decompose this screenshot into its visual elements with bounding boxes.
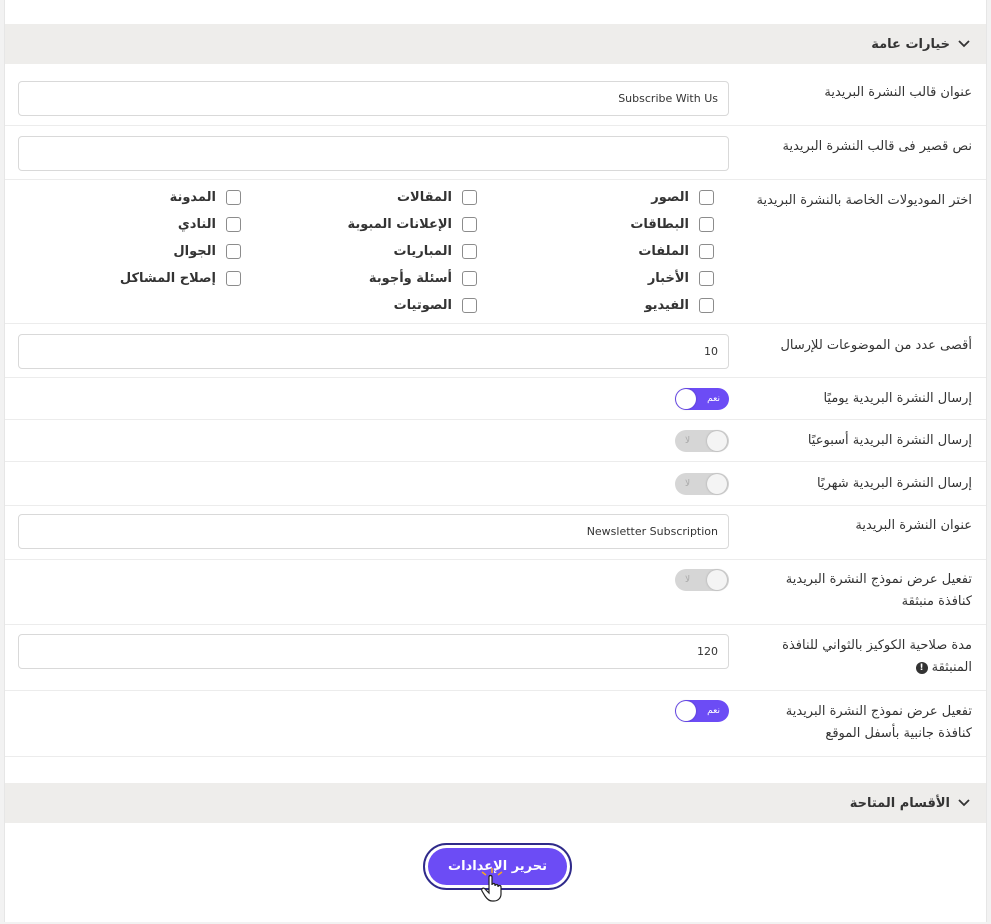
module-checkbox-articles[interactable]: المقالات	[397, 190, 477, 205]
short-text-row: نص قصير فى قالب النشرة البريدية	[5, 126, 986, 180]
popup-row: تفعيل عرض نموذج النشرة البريدية كنافذة م…	[5, 560, 986, 625]
toggle-knob	[707, 431, 727, 451]
checkbox-label: الإعلانات المبوبة	[347, 217, 452, 232]
module-checkbox-matches[interactable]: المباريات	[393, 244, 477, 259]
cookie-duration-input[interactable]	[18, 634, 729, 669]
checkbox[interactable]	[462, 298, 477, 313]
cookie-duration-row: مدة صلاحية الكوكيز بالثواني للنافذة المن…	[5, 625, 986, 691]
weekly-toggle[interactable]: لا	[675, 430, 729, 452]
module-checkbox-news[interactable]: الأخبار	[648, 271, 714, 286]
checkbox-label: الفيديو	[644, 298, 689, 313]
modules-row: اختر الموديولات الخاصة بالنشرة البريدية …	[5, 180, 986, 324]
checkbox[interactable]	[462, 244, 477, 259]
toggle-knob	[707, 570, 727, 590]
checkbox[interactable]	[699, 298, 714, 313]
monthly-toggle[interactable]: لا	[675, 473, 729, 495]
toggle-state-label: لا	[685, 479, 691, 489]
toggle-knob	[707, 474, 727, 494]
general-section-header[interactable]: خيارات عامة	[5, 24, 986, 64]
module-checkbox-images[interactable]: الصور	[651, 190, 714, 205]
module-checkbox-video[interactable]: الفيديو	[644, 298, 714, 313]
toggle-state-label: لا	[685, 575, 691, 585]
sidebar-form-row: تفعيل عرض نموذج النشرة البريدية كنافذة ج…	[5, 691, 986, 757]
chevron-down-icon	[956, 795, 972, 811]
chevron-down-icon	[956, 36, 972, 52]
daily-toggle[interactable]: نعم	[675, 388, 729, 410]
section-title: خيارات عامة	[871, 36, 950, 52]
checkbox[interactable]	[226, 190, 241, 205]
popup-toggle[interactable]: لا	[675, 569, 729, 591]
field-label: إرسال النشرة البريدية يوميًا	[823, 391, 972, 406]
field-label: تفعيل عرض نموذج النشرة البريدية كنافذة م…	[785, 572, 972, 609]
template-title-input[interactable]	[18, 81, 729, 116]
newsletter-title-input[interactable]	[18, 514, 729, 549]
checkbox[interactable]	[226, 271, 241, 286]
field-label: عنوان النشرة البريدية	[855, 518, 972, 533]
module-checkbox-files[interactable]: الملفات	[638, 244, 714, 259]
field-label: مدة صلاحية الكوكيز بالثواني للنافذة المن…	[752, 635, 972, 679]
max-topics-row: أقصى عدد من الموضوعات للإرسال	[5, 324, 986, 378]
hand-pointer-icon	[481, 868, 503, 902]
settings-panel: خيارات عامة عنوان قالب النشرة البريدية ن…	[4, 0, 987, 922]
sidebar-form-toggle[interactable]: نعم	[675, 700, 729, 722]
checkbox-label: إصلاح المشاكل	[119, 271, 216, 286]
section-title: الأقسام المتاحة	[849, 795, 950, 811]
module-checkbox-troubleshooting[interactable]: إصلاح المشاكل	[120, 271, 241, 286]
toggle-knob	[676, 701, 696, 721]
toggle-knob	[676, 389, 696, 409]
checkbox[interactable]	[226, 217, 241, 232]
checkbox[interactable]	[226, 244, 241, 259]
checkbox[interactable]	[699, 244, 714, 259]
checkbox-label: المباريات	[393, 244, 452, 259]
module-checkbox-cards[interactable]: البطاقات	[630, 217, 714, 232]
toggle-state-label: نعم	[707, 394, 720, 404]
daily-row: إرسال النشرة البريدية يوميًا نعم	[5, 378, 986, 420]
checkbox-label: البطاقات	[630, 217, 689, 232]
module-checkbox-club[interactable]: النادي	[178, 217, 241, 232]
info-icon[interactable]: !	[915, 661, 928, 674]
field-label: اختر الموديولات الخاصة بالنشرة البريدية	[756, 193, 972, 208]
module-checkbox-audio[interactable]: الصوتيات	[394, 298, 477, 313]
module-checkbox-blog[interactable]: المدونة	[170, 190, 241, 205]
field-label: تفعيل عرض نموذج النشرة البريدية كنافذة ج…	[785, 704, 972, 741]
checkbox-label: أسئلة وأجوبة	[368, 271, 452, 286]
newsletter-title-row: عنوان النشرة البريدية	[5, 506, 986, 560]
checkbox[interactable]	[462, 190, 477, 205]
field-label: نص قصير فى قالب النشرة البريدية	[782, 139, 972, 154]
checkbox[interactable]	[699, 190, 714, 205]
available-sections-header[interactable]: الأقسام المتاحة	[5, 783, 986, 823]
checkbox[interactable]	[462, 217, 477, 232]
template-title-row: عنوان قالب النشرة البريدية	[5, 72, 986, 126]
checkbox-label: المقالات	[396, 190, 452, 205]
checkbox-label: الصوتيات	[393, 298, 452, 313]
module-checkbox-mobile[interactable]: الجوال	[173, 244, 241, 259]
checkbox-label: الأخبار	[647, 271, 689, 286]
toggle-state-label: نعم	[707, 706, 720, 716]
field-label: أقصى عدد من الموضوعات للإرسال	[780, 338, 972, 353]
toggle-state-label: لا	[685, 436, 691, 446]
max-topics-input[interactable]	[18, 334, 729, 369]
weekly-row: إرسال النشرة البريدية أسبوعيًا لا	[5, 420, 986, 462]
checkbox-label: المدونة	[169, 190, 216, 205]
monthly-row: إرسال النشرة البريدية شهريًا لا	[5, 462, 986, 506]
field-label: عنوان قالب النشرة البريدية	[824, 85, 972, 100]
checkbox[interactable]	[462, 271, 477, 286]
checkbox[interactable]	[699, 217, 714, 232]
field-label: إرسال النشرة البريدية أسبوعيًا	[807, 433, 972, 448]
module-checkbox-qa[interactable]: أسئلة وأجوبة	[369, 271, 477, 286]
checkbox-label: الملفات	[638, 244, 689, 259]
field-label-text: مدة صلاحية الكوكيز بالثواني للنافذة المن…	[782, 638, 972, 675]
checkbox[interactable]	[699, 271, 714, 286]
field-label: إرسال النشرة البريدية شهريًا	[817, 476, 972, 491]
checkbox-label: الصور	[651, 190, 689, 205]
checkbox-label: الجوال	[173, 244, 216, 259]
checkbox-label: النادي	[177, 217, 216, 232]
module-checkbox-classifieds[interactable]: الإعلانات المبوبة	[347, 217, 477, 232]
short-text-input[interactable]	[18, 136, 729, 171]
